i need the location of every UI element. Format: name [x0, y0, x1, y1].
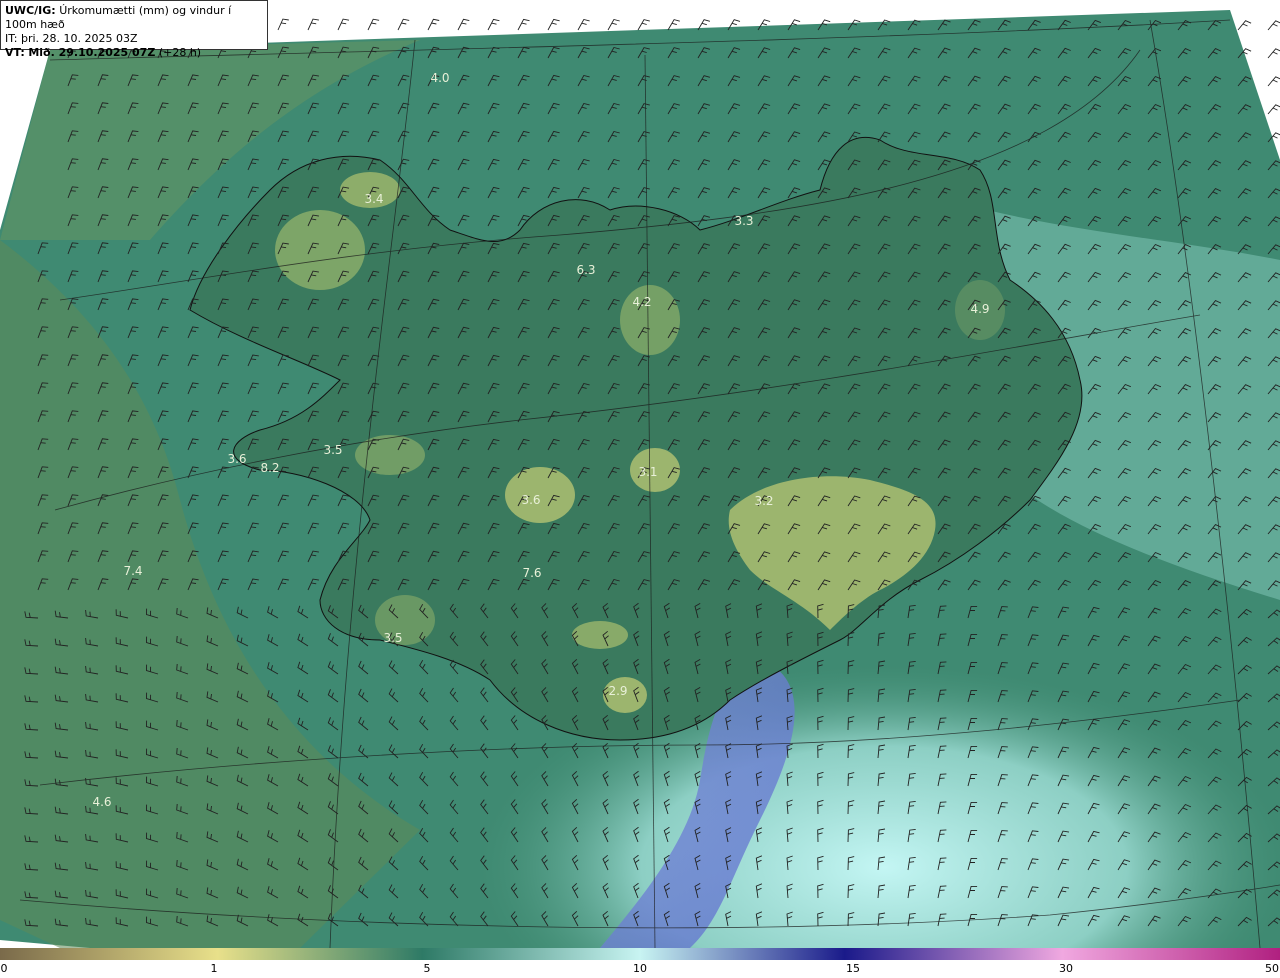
colorbar-tick-label: 10	[633, 962, 647, 975]
valid-time: Mið. 29.10.2025 07Z	[28, 46, 156, 59]
colorbar-tick-label: 0	[0, 962, 8, 975]
map-value-label: 4.9	[970, 302, 990, 316]
map-value-label: 8.2	[260, 461, 280, 475]
map-value-label: 3.1	[638, 465, 658, 479]
product-line: UWC/IG: Úrkomumætti (mm) og vindur í 100…	[5, 4, 263, 32]
colorbar-tick-label: 1	[210, 962, 218, 975]
map-value-label: 7.6	[522, 566, 542, 580]
map-value-label: 2.9	[608, 684, 628, 698]
map-value-label: 4.0	[430, 71, 450, 85]
issue-time: IT: þri. 28. 10. 2025 03Z	[5, 32, 138, 45]
valid-line: VT: Mið. 29.10.2025 07Z (+28 h)	[5, 46, 263, 60]
westfjords-highland	[275, 210, 365, 290]
map-value-label: 3.5	[323, 443, 343, 457]
lead-time: (+28 h)	[158, 46, 202, 59]
map-value-label: 6.3	[576, 263, 596, 277]
colorbar-ticks: 0 1 5 10 15 30 50	[0, 962, 1280, 978]
product-code: UWC/IG:	[5, 4, 56, 17]
map-value-label: 3.2	[754, 494, 774, 508]
valid-prefix: VT:	[5, 46, 25, 59]
map-value-label: 4.2	[632, 295, 652, 309]
south-highland	[572, 621, 628, 649]
map-header: UWC/IG: Úrkomumætti (mm) og vindur í 100…	[0, 0, 268, 59]
map-value-label: 3.6	[521, 493, 541, 507]
colorbar-ramp	[0, 948, 1280, 960]
map-value-label: 4.6	[92, 795, 112, 809]
precipitation-colorbar	[0, 948, 1280, 960]
colorbar-tick-label: 50	[1265, 962, 1279, 975]
map-value-label: 3.3	[734, 214, 754, 228]
map-value-label: 3.4	[364, 192, 384, 206]
map-value-label: 3.6	[227, 452, 247, 466]
colorbar-tick-label: 30	[1059, 962, 1073, 975]
colorbar-tick-label: 5	[423, 962, 431, 975]
map-value-label: 7.4	[123, 564, 143, 578]
colorbar-tick-label: 15	[846, 962, 860, 975]
map-value-label: 3.5	[383, 631, 403, 645]
